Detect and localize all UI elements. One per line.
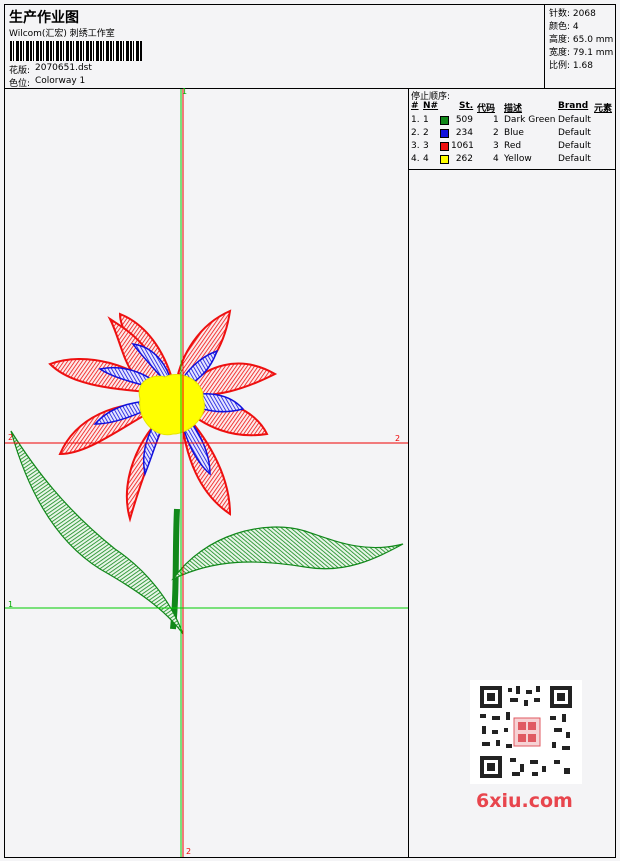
row-code: 3 [493, 141, 499, 151]
row-stitches: 262 [455, 154, 473, 164]
row-code: 2 [493, 128, 499, 138]
row-brand: Default [558, 115, 591, 125]
embroidery-artwork [5, 89, 408, 857]
watermark-site: 6xiu.com [476, 790, 573, 812]
color-swatch [440, 155, 449, 164]
red-guide-left-label: 2 [8, 433, 14, 442]
qr-code [470, 680, 582, 784]
green-guide-left-label: 1 [8, 600, 14, 609]
row-index: 2. [411, 128, 420, 138]
row-needle: 2 [423, 128, 429, 138]
color-swatch [440, 129, 449, 138]
design-width: 宽度: 79.1 mm [549, 48, 614, 58]
row-description: Red [504, 141, 522, 151]
col-header-stitches: St. [459, 101, 474, 111]
col-header-index: # [411, 101, 419, 111]
design-scale: 比例: 1.68 [549, 61, 593, 71]
row-description: Dark Green [504, 115, 556, 125]
right-leaf [171, 526, 404, 581]
barcode [10, 41, 142, 61]
row-description: Blue [504, 128, 524, 138]
color-count: 颜色: 4 [549, 22, 579, 32]
row-needle: 3 [423, 141, 429, 151]
row-code: 4 [493, 154, 499, 164]
vertical-guide-top-label: 1 [182, 87, 188, 96]
row-code: 1 [493, 115, 499, 125]
design-filename: 2070651.dst [35, 63, 92, 73]
stats-box: 针数: 2068 颜色: 4 高度: 65.0 mm 宽度: 79.1 mm 比… [544, 4, 616, 88]
row-description: Yellow [504, 154, 532, 164]
col-header-code: 代码 [477, 104, 496, 114]
header: 生产作业图 Wilcom(汇宏) 刺绣工作室 花版: 2070651.dst 色… [4, 4, 616, 89]
row-brand: Default [558, 128, 591, 138]
page-title: 生产作业图 [9, 10, 79, 26]
colorway-value: Colorway 1 [35, 76, 86, 86]
red-guide-right-label: 2 [395, 434, 401, 443]
table-divider [408, 169, 616, 170]
row-needle: 4 [423, 154, 429, 164]
stop-sequence-panel: 停止顺序: # N# St. 代码 描述 Brand 元素 1. 1 509 1… [409, 89, 615, 169]
design-height: 高度: 65.0 mm [549, 35, 614, 45]
studio-subtitle: Wilcom(汇宏) 刺绣工作室 [9, 29, 115, 39]
row-stitches: 1061 [451, 141, 474, 151]
row-brand: Default [558, 154, 591, 164]
col-header-element: 元素 [594, 104, 613, 114]
vertical-guide-bottom-label: 2 [186, 847, 192, 856]
design-label: 花版: [9, 66, 31, 76]
col-header-description: 描述 [504, 104, 523, 114]
row-brand: Default [558, 141, 591, 151]
col-header-needle: N# [423, 101, 439, 111]
left-leaf [10, 430, 184, 635]
row-needle: 1 [423, 115, 429, 125]
design-preview: 1 2 2 2 1 [5, 87, 408, 857]
row-stitches: 234 [455, 128, 473, 138]
panel-divider [408, 88, 409, 858]
row-index: 1. [411, 115, 420, 125]
color-swatch [440, 142, 449, 151]
stitch-count: 针数: 2068 [549, 9, 596, 19]
row-index: 4. [411, 154, 420, 164]
flower-stem [170, 508, 180, 630]
col-header-brand: Brand [558, 101, 589, 111]
row-index: 3. [411, 141, 420, 151]
row-stitches: 509 [455, 115, 473, 125]
color-swatch [440, 116, 449, 125]
